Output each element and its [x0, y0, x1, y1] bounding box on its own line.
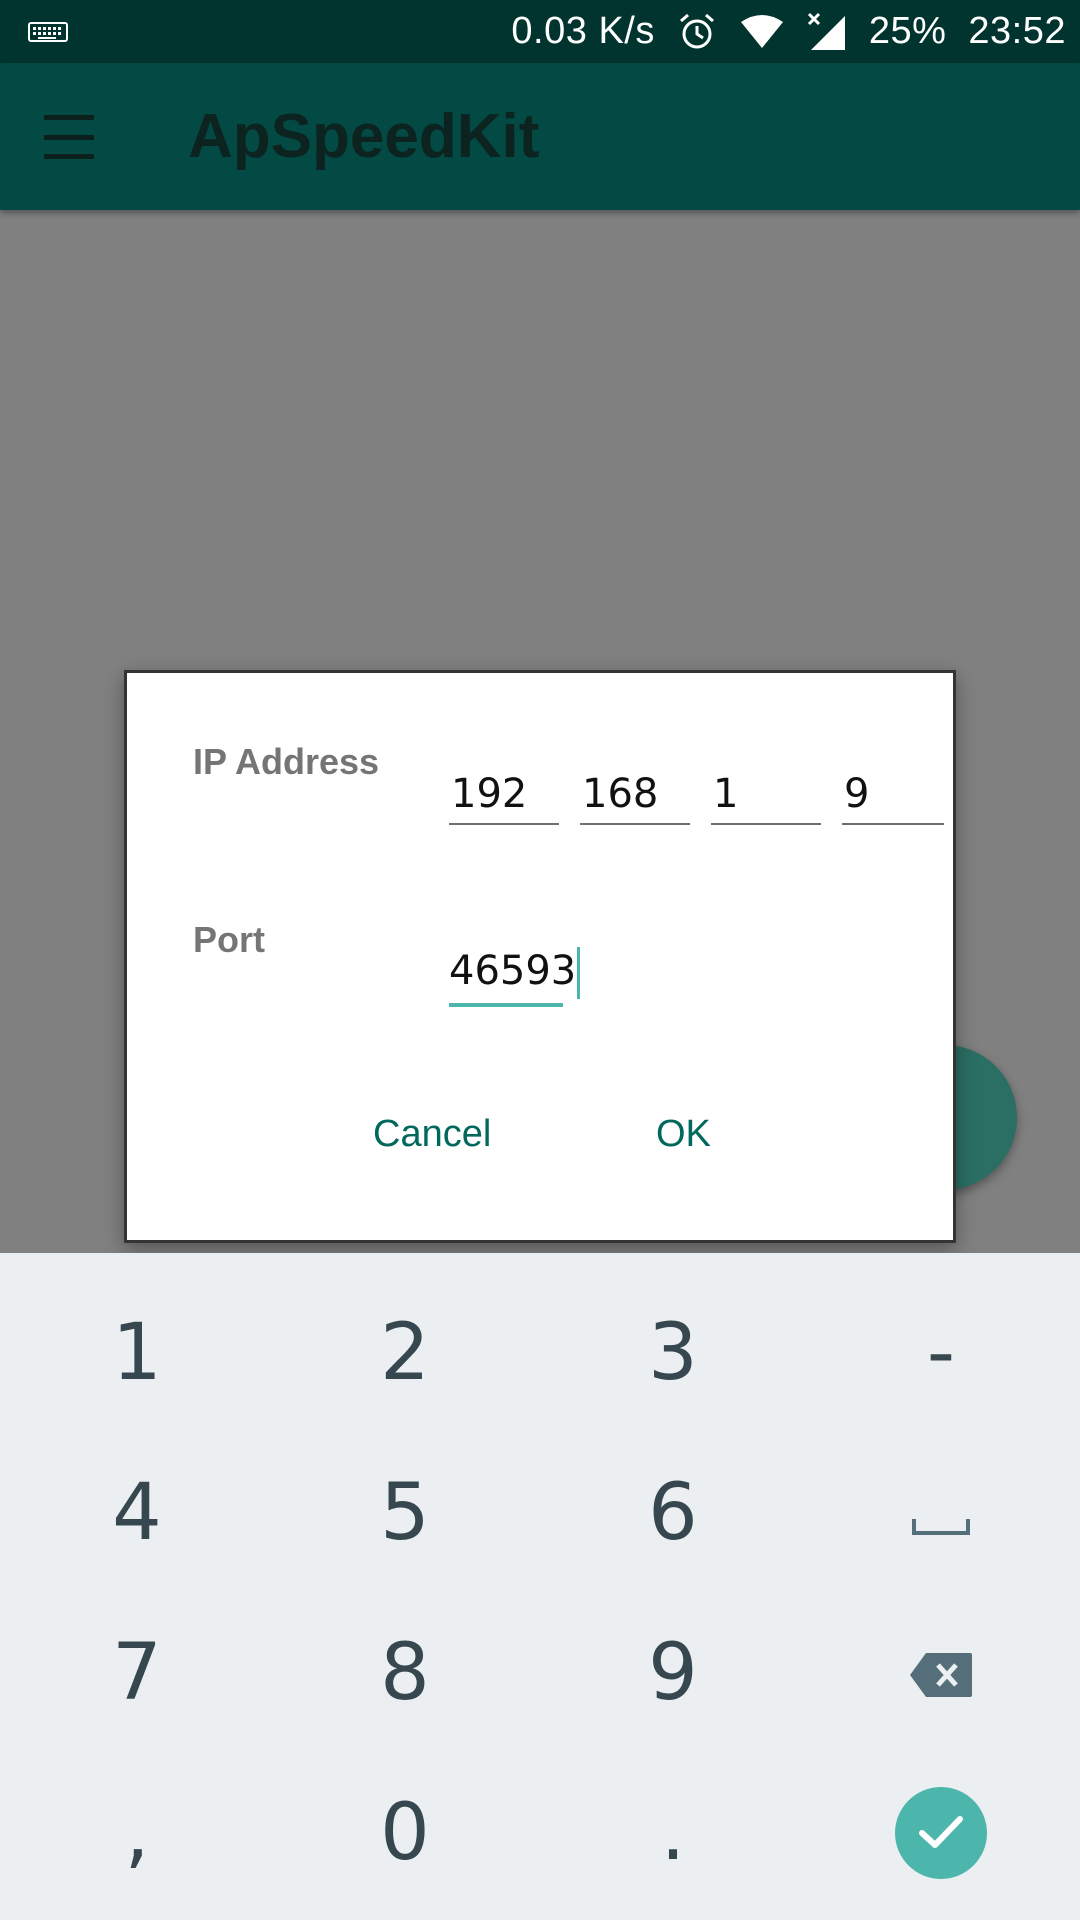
signal-icon [807, 12, 847, 52]
key-period[interactable]: . [538, 1753, 808, 1913]
done-key[interactable] [806, 1753, 1076, 1913]
key-6[interactable]: 6 [538, 1433, 808, 1593]
space-icon [911, 1468, 971, 1558]
ip-octet-1-input[interactable]: 192 [449, 765, 559, 825]
ip-octet-2-input[interactable]: 168 [580, 765, 690, 825]
app-bar: ApSpeedKit [0, 63, 1080, 210]
key-1[interactable]: 1 [2, 1273, 272, 1433]
screen: 0.03 K/s 25% 23:52 ApSpeedKit IP Address… [0, 0, 1080, 1920]
key-2[interactable]: 2 [270, 1273, 540, 1433]
network-speed: 0.03 K/s [511, 10, 655, 52]
cancel-button[interactable]: Cancel [363, 1105, 501, 1164]
clock: 23:52 [968, 10, 1066, 52]
key-comma[interactable]: , [2, 1753, 272, 1913]
wifi-icon [739, 14, 785, 50]
battery-percent: 25% [868, 10, 947, 52]
key-0[interactable]: 0 [270, 1753, 540, 1913]
app-title: ApSpeedKit [188, 102, 540, 171]
key-4[interactable]: 4 [2, 1433, 272, 1593]
port-input[interactable]: 46593 [449, 941, 581, 1007]
ip-octet-4-input[interactable]: 9 [842, 765, 944, 825]
space-key[interactable] [806, 1433, 1076, 1593]
checkmark-icon [895, 1787, 987, 1879]
key-3[interactable]: 3 [538, 1273, 808, 1433]
key-7[interactable]: 7 [2, 1593, 272, 1753]
connection-dialog: IP Address 192 168 1 9 Port 46593 Cancel… [124, 670, 956, 1243]
port-label: Port [193, 919, 265, 960]
status-bar: 0.03 K/s 25% 23:52 [0, 0, 1080, 63]
ip-octet-3-input[interactable]: 1 [711, 765, 821, 825]
backspace-icon [908, 1628, 974, 1718]
port-value: 46593 [449, 948, 577, 994]
ok-button[interactable]: OK [646, 1105, 721, 1164]
keyboard-icon [28, 19, 68, 45]
ip-address-label: IP Address [193, 741, 380, 782]
menu-icon[interactable] [44, 115, 100, 159]
numeric-keyboard: 1 2 3 - 4 5 6 7 8 9 , 0 . [0, 1253, 1080, 1920]
key-9[interactable]: 9 [538, 1593, 808, 1753]
text-cursor [577, 947, 581, 999]
alarm-icon [677, 12, 717, 52]
key-5[interactable]: 5 [270, 1433, 540, 1593]
key-minus[interactable]: - [806, 1273, 1076, 1433]
key-8[interactable]: 8 [270, 1593, 540, 1753]
backspace-key[interactable] [806, 1593, 1076, 1753]
